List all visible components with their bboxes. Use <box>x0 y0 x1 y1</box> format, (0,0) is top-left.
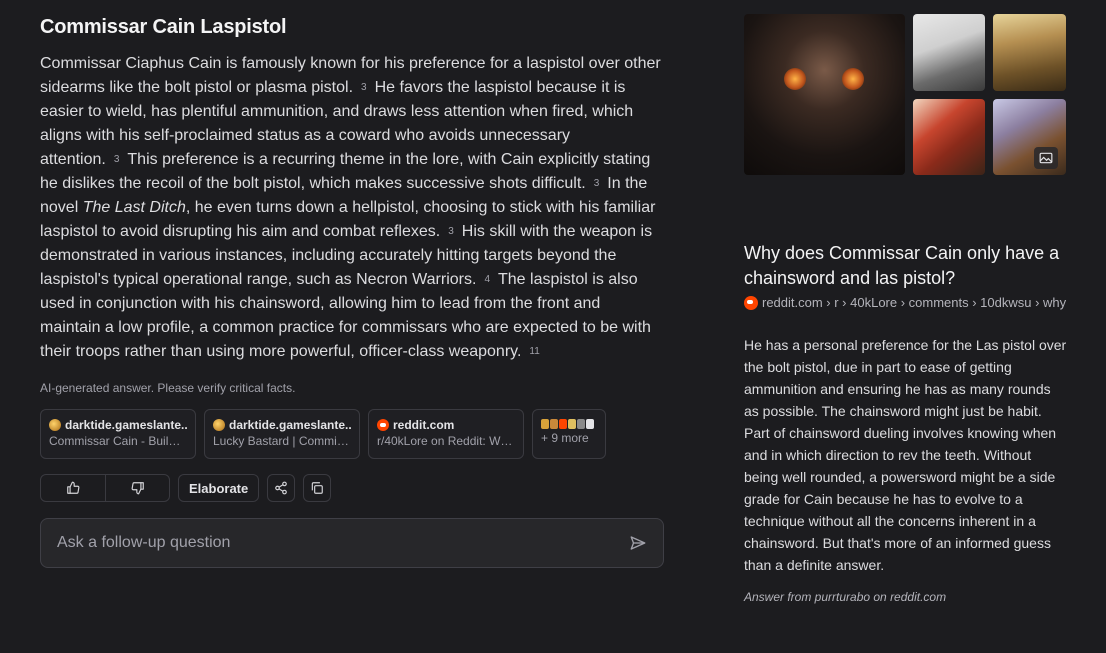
image-gallery-icon[interactable] <box>1034 147 1058 169</box>
source-card[interactable]: darktide.gameslante... Lucky Bastard | C… <box>204 409 360 459</box>
source-site: darktide.gameslante... <box>65 418 187 432</box>
copy-icon <box>312 482 324 494</box>
send-button[interactable] <box>629 534 647 552</box>
related-source[interactable]: reddit.com › r › 40kLore › comments › 10… <box>744 295 1090 310</box>
novel-title: The Last Ditch <box>82 199 186 216</box>
answer-body: Commissar Ciaphus Cain is famously known… <box>40 52 664 364</box>
answer-sentence: This preference is a recurring theme in … <box>40 151 651 192</box>
source-site: reddit.com <box>393 418 455 432</box>
gameslantern-icon <box>49 419 61 431</box>
thumbs-down-icon <box>131 482 144 495</box>
image-gallery <box>744 14 1090 175</box>
source-site-row: darktide.gameslante... <box>49 418 187 432</box>
source-desc: Commissar Cain - Build ... <box>49 434 187 448</box>
source-desc: r/40kLore on Reddit: Wh... <box>377 434 515 448</box>
related-answer-body: He has a personal preference for the Las… <box>744 337 1067 573</box>
gallery-image[interactable] <box>993 99 1066 175</box>
answer-attribution: Answer from purrturabo on reddit.com <box>744 590 947 604</box>
citation-link[interactable]: 3 <box>114 154 120 165</box>
followup-input[interactable] <box>57 534 597 552</box>
reddit-icon <box>377 419 389 431</box>
share-icon <box>275 481 288 495</box>
related-question-title[interactable]: Why does Commissar Cain only have a chai… <box>744 241 1090 291</box>
source-breadcrumb: reddit.com › r › 40kLore › comments › 10… <box>762 295 1067 310</box>
reddit-icon <box>744 295 758 310</box>
gallery-image[interactable] <box>993 14 1066 91</box>
source-site-row: darktide.gameslante... <box>213 418 351 432</box>
feedback-group <box>40 474 170 502</box>
sources-row: darktide.gameslante... Commissar Cain - … <box>40 409 664 459</box>
copy-button[interactable] <box>303 474 332 502</box>
answer-actions: Elaborate <box>40 474 664 502</box>
citation-link[interactable]: 4 <box>484 274 490 285</box>
citation-link[interactable]: 3 <box>361 82 367 93</box>
mask-eye-shape <box>842 68 864 90</box>
more-sources-label: + 9 more <box>541 431 589 445</box>
ai-disclaimer: AI-generated answer. Please verify criti… <box>40 381 296 395</box>
mask-eye-shape <box>784 68 806 90</box>
thumbs-up-icon <box>67 481 80 494</box>
answer-panel: Commissar Cain Laspistol Commissar Ciaph… <box>40 16 664 568</box>
source-card[interactable]: reddit.com r/40kLore on Reddit: Wh... <box>368 409 524 459</box>
source-site: darktide.gameslante... <box>229 418 351 432</box>
side-panel: Why does Commissar Cain only have a chai… <box>744 14 1090 604</box>
source-favicons-icon <box>541 419 597 429</box>
source-site-row: reddit.com <box>377 418 515 432</box>
source-card[interactable]: darktide.gameslante... Commissar Cain - … <box>40 409 196 459</box>
commissar-mask-image[interactable] <box>744 14 905 175</box>
source-desc: Lucky Bastard | Commis... <box>213 434 351 448</box>
elaborate-button[interactable]: Elaborate <box>178 474 260 502</box>
gallery-image[interactable] <box>913 99 985 175</box>
thumbs-down-button[interactable] <box>105 475 169 501</box>
citation-link[interactable]: 3 <box>594 178 600 189</box>
gallery-image[interactable] <box>913 14 985 91</box>
citation-link[interactable]: 3 <box>448 226 454 237</box>
more-sources-button[interactable]: + 9 more <box>532 409 606 459</box>
send-icon <box>630 536 646 550</box>
citation-link[interactable]: 11 <box>529 346 539 357</box>
answer-title: Commissar Cain Laspistol <box>40 16 287 38</box>
followup-box <box>40 518 664 568</box>
gameslantern-icon <box>213 419 225 431</box>
thumbs-up-button[interactable] <box>41 475 105 501</box>
share-button[interactable] <box>267 474 296 502</box>
